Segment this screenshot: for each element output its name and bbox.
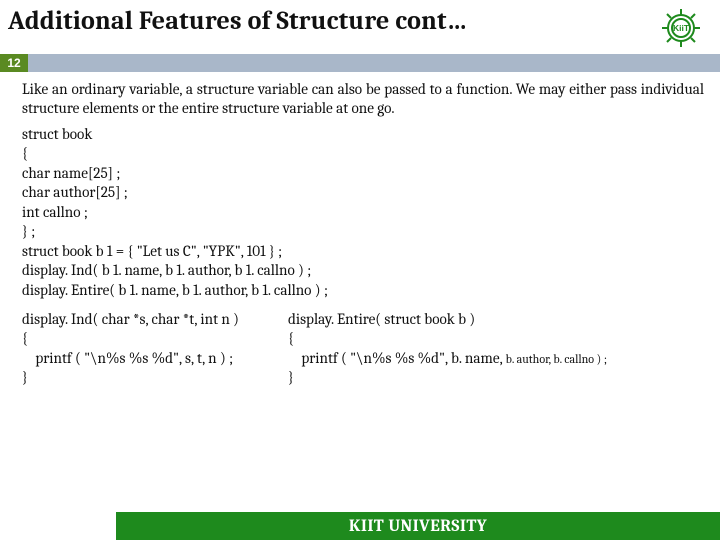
slide-title: Additional Features of Structure cont… <box>8 6 650 36</box>
func-r-line4: } <box>288 368 294 386</box>
func-display-entire: display. Entire( struct book b ) { print… <box>288 310 704 388</box>
func-r-line2: { <box>288 329 294 347</box>
intro-paragraph: Like an ordinary variable, a structure v… <box>22 80 704 119</box>
func-r-line3b: b. author, b. callno ) ; <box>506 352 608 366</box>
slide: Additional Features of Structure cont… <box>0 0 720 540</box>
logo-text: KiiT <box>673 23 690 33</box>
content-area: Like an ordinary variable, a structure v… <box>0 78 720 388</box>
func-r-line3a: printf ( "\n%s %s %d", b. name, <box>288 349 506 367</box>
code-struct-block: struct book { char name[25] ; char autho… <box>22 125 704 300</box>
func-display-ind: display. Ind( char *s, char *t, int n ) … <box>22 310 284 388</box>
kiit-logo-icon: KiiT <box>650 6 712 50</box>
title-row: Additional Features of Structure cont… <box>0 0 720 52</box>
page-band: 12 <box>0 54 720 72</box>
page-number: 12 <box>0 54 28 72</box>
functions-row: display. Ind( char *s, char *t, int n ) … <box>22 310 704 388</box>
func-r-line1: display. Entire( struct book b ) <box>288 310 475 328</box>
band-fill <box>28 54 720 72</box>
footer-university: KIIT UNIVERSITY <box>116 512 720 540</box>
